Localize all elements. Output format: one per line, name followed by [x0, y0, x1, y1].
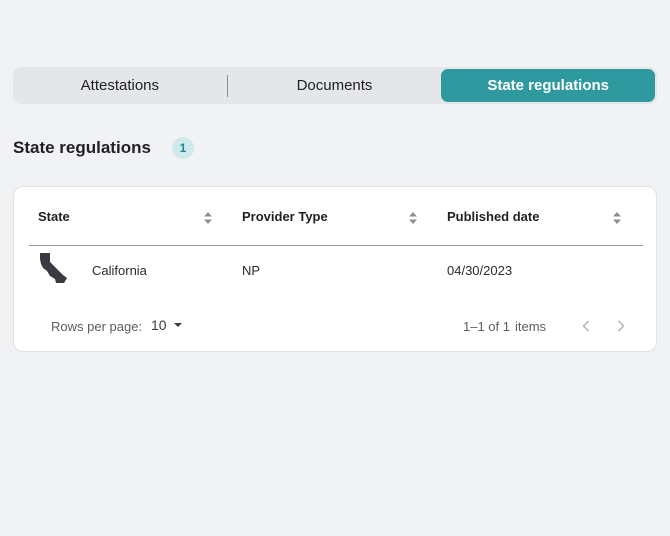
sort-icon[interactable]	[408, 211, 418, 225]
section-title: State regulations	[13, 138, 151, 157]
column-header-provider-type[interactable]: Provider Type	[242, 187, 328, 245]
provider-type: NP	[242, 262, 261, 278]
chevron-down-icon	[173, 323, 182, 327]
rows-per-page-value: 10	[151, 317, 167, 333]
chevron-left-icon	[582, 320, 590, 332]
next-page-button[interactable]	[611, 316, 631, 336]
tab-bar: Attestations Documents State regulations	[13, 67, 657, 104]
pagination-range-value: 1–1 of 1	[463, 319, 510, 334]
tab-label: Attestations	[80, 77, 160, 94]
tab-state-regulations[interactable]: State regulations	[441, 69, 656, 102]
rows-per-page-label: Rows per page:	[51, 319, 143, 334]
table-header: State Provider Type Published date	[29, 187, 643, 246]
sort-icon[interactable]	[203, 211, 213, 225]
previous-page-button[interactable]	[576, 316, 596, 336]
california-state-shape-icon	[40, 253, 67, 283]
tab-label: Documents	[296, 77, 373, 94]
regulations-table-card: State Provider Type Published date Calif…	[13, 186, 657, 352]
tab-label: State regulations	[487, 77, 610, 94]
pagination-items-label: items	[515, 319, 547, 334]
pagination-range: 1–1 of 1 items	[463, 319, 546, 334]
section-header: State regulations 1	[13, 137, 194, 159]
column-header-state[interactable]: State	[38, 187, 70, 245]
column-header-published-date[interactable]: Published date	[447, 187, 539, 245]
pagination-footer: Rows per page: 10 1–1 of 1 items	[14, 308, 658, 348]
tab-documents[interactable]: Documents	[228, 67, 442, 104]
published-date: 04/30/2023	[447, 262, 513, 278]
sort-icon[interactable]	[612, 211, 622, 225]
count-badge: 1	[171, 137, 194, 159]
state-name: California	[92, 262, 147, 278]
tab-attestations[interactable]: Attestations	[13, 67, 227, 104]
rows-per-page-select[interactable]: 10	[151, 317, 183, 333]
table-row[interactable]: California NP 04/30/2023	[29, 246, 643, 294]
chevron-right-icon	[617, 320, 625, 332]
